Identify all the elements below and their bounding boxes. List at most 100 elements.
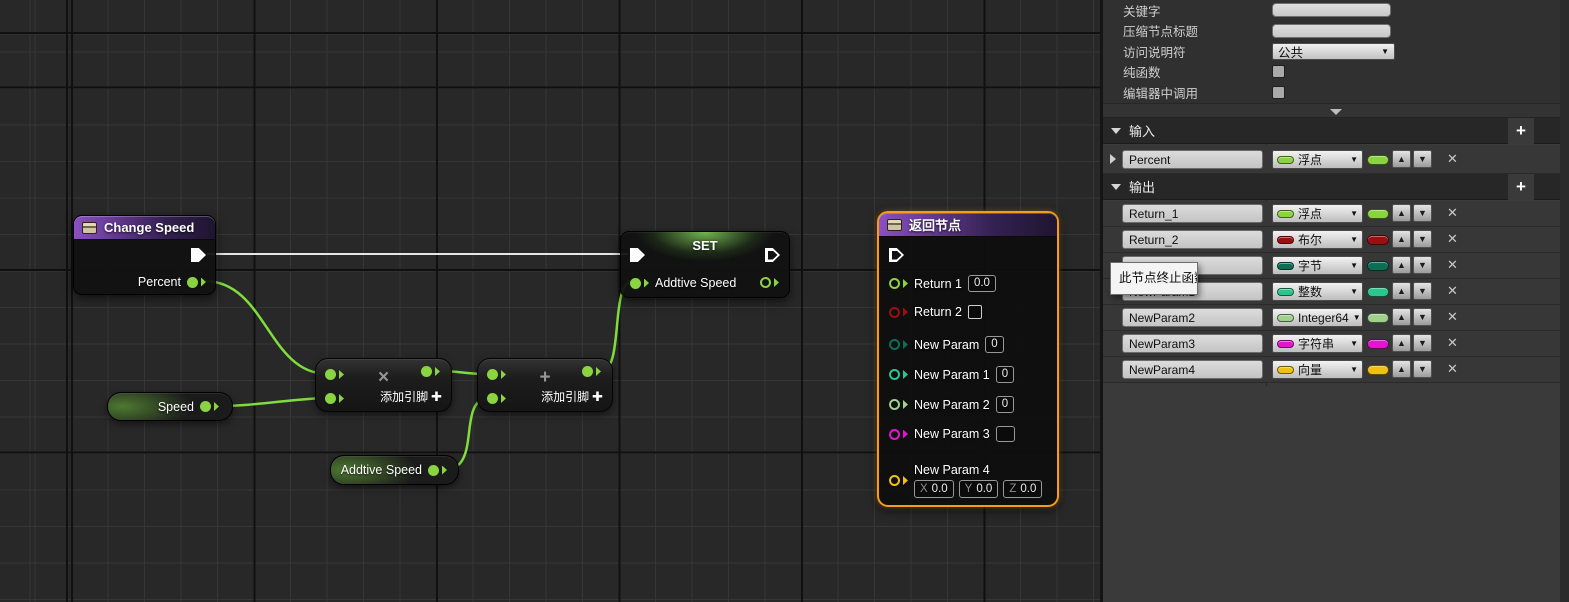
int64-pin[interactable]: [889, 399, 900, 410]
move-down-button[interactable]: ▼: [1413, 334, 1432, 352]
advanced-toggle-strip[interactable]: [1103, 103, 1560, 118]
node-add[interactable]: + 添加引脚✚: [477, 358, 613, 412]
container-type-button[interactable]: [1367, 155, 1389, 165]
out-pin[interactable]: [421, 366, 432, 377]
move-up-button[interactable]: ▲: [1392, 360, 1411, 378]
call-in-editor-checkbox[interactable]: [1272, 86, 1285, 99]
node-set-addtive-speed[interactable]: SET Addtive Speed: [620, 231, 790, 298]
add-pin-button[interactable]: 添加引脚✚: [380, 388, 442, 405]
container-type-button[interactable]: [1367, 287, 1389, 297]
out-pin[interactable]: [200, 401, 211, 412]
node-multiply[interactable]: × 添加引脚✚: [315, 358, 452, 412]
param-name-input[interactable]: [1122, 150, 1263, 169]
compact-title-input[interactable]: [1272, 24, 1391, 38]
vector-pin[interactable]: [889, 475, 900, 486]
vector-y-field[interactable]: Y0.0: [959, 480, 999, 498]
move-up-button[interactable]: ▲: [1392, 230, 1411, 248]
node-header[interactable]: Change Speed: [74, 216, 215, 240]
value-out-pin[interactable]: [760, 277, 771, 288]
container-type-button[interactable]: [1367, 235, 1389, 245]
move-down-button[interactable]: ▼: [1413, 150, 1432, 168]
container-type-button[interactable]: [1367, 209, 1389, 219]
param-name-input[interactable]: [1122, 360, 1263, 379]
vector-z-field[interactable]: Z0.0: [1003, 480, 1042, 498]
param-type-dropdown[interactable]: 向量 ▼: [1272, 360, 1363, 379]
bool-checkbox[interactable]: [968, 305, 982, 319]
move-down-button[interactable]: ▼: [1413, 282, 1432, 300]
move-up-button[interactable]: ▲: [1392, 204, 1411, 222]
byte-pin[interactable]: [889, 339, 900, 350]
value-field[interactable]: 0: [996, 366, 1014, 383]
value-field[interactable]: 0: [996, 396, 1014, 413]
move-up-button[interactable]: ▲: [1392, 308, 1411, 326]
move-down-button[interactable]: ▼: [1413, 308, 1432, 326]
percent-out-pin[interactable]: [187, 277, 198, 288]
param-type-dropdown[interactable]: 整数 ▼: [1272, 282, 1363, 301]
add-input-button[interactable]: +: [1508, 118, 1534, 144]
remove-param-button[interactable]: ✕: [1447, 335, 1458, 351]
in-pin[interactable]: [487, 393, 498, 404]
container-type-button[interactable]: [1367, 339, 1389, 349]
move-down-button[interactable]: ▼: [1413, 360, 1432, 378]
node-header[interactable]: 返回节点: [879, 213, 1057, 237]
param-type-dropdown[interactable]: 浮点 ▼: [1272, 204, 1363, 223]
param-name-input[interactable]: [1122, 204, 1263, 223]
string-field[interactable]: [996, 426, 1015, 442]
param-name-input[interactable]: [1122, 230, 1263, 249]
in-pin[interactable]: [325, 369, 336, 380]
add-pin-button[interactable]: 添加引脚✚: [541, 388, 603, 405]
add-input-b: [487, 393, 506, 404]
value-field[interactable]: 0: [985, 336, 1003, 353]
in-pin[interactable]: [487, 369, 498, 380]
remove-param-button[interactable]: ✕: [1447, 283, 1458, 299]
exec-in-pin[interactable]: [889, 248, 904, 262]
node-return[interactable]: 返回节点 Return 1 0.0 Return 2 New Param 0: [877, 211, 1059, 507]
param-type-dropdown[interactable]: Integer64 ▼: [1272, 308, 1363, 327]
remove-param-button[interactable]: ✕: [1447, 309, 1458, 325]
param-type-dropdown[interactable]: 浮点 ▼: [1272, 150, 1363, 169]
inputs-section-header[interactable]: 输入 +: [1103, 118, 1560, 144]
out-pin[interactable]: [582, 366, 593, 377]
bool-pin[interactable]: [889, 307, 900, 318]
in-pin[interactable]: [325, 393, 336, 404]
param-name-input[interactable]: [1122, 308, 1263, 327]
string-pin[interactable]: [889, 429, 900, 440]
exec-out-pin[interactable]: [191, 248, 206, 262]
vector-x-field[interactable]: X0.0: [914, 480, 954, 498]
node-get-speed[interactable]: Speed: [107, 392, 233, 421]
move-down-button[interactable]: ▼: [1413, 230, 1432, 248]
container-type-button[interactable]: [1367, 261, 1389, 271]
param-type-dropdown[interactable]: 字节 ▼: [1272, 256, 1363, 275]
remove-param-button[interactable]: ✕: [1447, 151, 1458, 167]
keywords-input[interactable]: [1272, 3, 1391, 17]
move-up-button[interactable]: ▲: [1392, 334, 1411, 352]
remove-param-button[interactable]: ✕: [1447, 361, 1458, 377]
node-get-addtive-speed[interactable]: Addtive Speed: [330, 455, 459, 485]
access-specifier-dropdown[interactable]: 公共 ▼: [1272, 43, 1395, 60]
move-up-button[interactable]: ▲: [1392, 282, 1411, 300]
param-type-dropdown[interactable]: 字符串 ▼: [1272, 334, 1363, 353]
int-pin[interactable]: [889, 369, 900, 380]
panel-scroll-gutter[interactable]: [1560, 0, 1569, 602]
remove-param-button[interactable]: ✕: [1447, 257, 1458, 273]
param-type-dropdown[interactable]: 布尔 ▼: [1272, 230, 1363, 249]
move-down-button[interactable]: ▼: [1413, 204, 1432, 222]
node-change-speed[interactable]: Change Speed Percent: [73, 215, 216, 295]
remove-param-button[interactable]: ✕: [1447, 231, 1458, 247]
out-pin[interactable]: [428, 465, 439, 476]
float-pin[interactable]: [889, 278, 900, 289]
container-type-button[interactable]: [1367, 313, 1389, 323]
outputs-section-header[interactable]: 输出 +: [1103, 174, 1560, 200]
remove-param-button[interactable]: ✕: [1447, 205, 1458, 221]
add-output-button[interactable]: +: [1508, 174, 1534, 200]
move-down-button[interactable]: ▼: [1413, 256, 1432, 274]
param-name-input[interactable]: [1122, 334, 1263, 353]
value-in-pin[interactable]: [630, 278, 641, 289]
move-up-button[interactable]: ▲: [1392, 150, 1411, 168]
pure-function-checkbox[interactable]: [1272, 65, 1285, 78]
container-type-button[interactable]: [1367, 365, 1389, 375]
expand-row-icon[interactable]: [1110, 154, 1116, 164]
value-field[interactable]: 0.0: [968, 275, 996, 292]
blueprint-graph-canvas[interactable]: Change Speed Percent SET Addtive Speed: [0, 0, 1100, 602]
move-up-button[interactable]: ▲: [1392, 256, 1411, 274]
